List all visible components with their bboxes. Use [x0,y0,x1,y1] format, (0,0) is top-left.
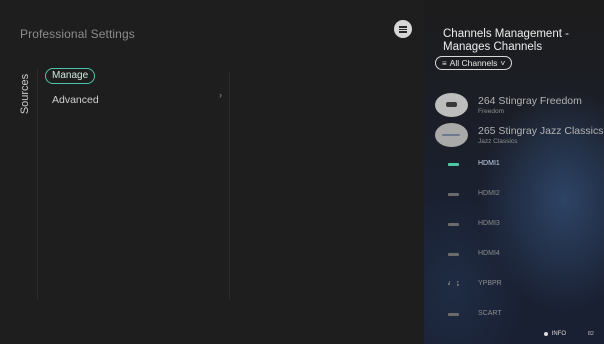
sources-rail-label: Sources [19,73,32,115]
source-label: HDMI4 [478,250,500,257]
source-label: HDMI2 [478,190,500,197]
advanced-item[interactable]: Advanced › [52,90,222,106]
sources-rail[interactable]: Sources [14,68,38,300]
channel-item[interactable]: 265 Stingray Jazz Classics Jazz Classics [424,120,604,150]
component-icon [448,281,459,286]
source-item-hdmi4[interactable]: HDMI4 [424,240,604,270]
source-item-hdmi2[interactable]: HDMI2 [424,180,604,210]
filter-label: All Channels [449,58,498,68]
channels-panel: Channels Management - Manages Channels ≡… [424,0,604,344]
channel-item[interactable]: 264 Stingray Freedom Freedom [424,90,604,120]
hdmi-icon [448,163,459,166]
chevron-right-icon: › [219,90,222,100]
hdmi-icon [448,193,459,196]
channel-subtitle: Freedom [478,108,505,115]
source-item-hdmi3[interactable]: HDMI3 [424,210,604,240]
source-item-scart[interactable]: SCART [424,300,604,330]
column-divider [229,72,230,300]
channel-subtitle: Jazz Classics [478,138,518,145]
channel-logo-icon [435,123,468,147]
advanced-item-label: Advanced [52,94,99,106]
hdmi-icon [448,253,459,256]
chevron-down-icon: ˅ [500,58,506,68]
info-hint[interactable]: INFO [543,331,566,337]
manage-item[interactable]: Manage [45,68,96,84]
settings-panel: Professional Settings Sources Manage Adv… [0,0,424,344]
source-label: HDMI3 [478,220,500,227]
menu-bar [399,31,407,33]
channels-panel-title: Channels Management - Manages Channels [443,28,569,54]
info-label: INFO [551,331,566,337]
menu-icon[interactable] [394,20,412,38]
list-icon: ≡ [442,58,447,68]
source-item-hdmi1[interactable]: HDMI1 [424,150,604,180]
menu-bar [399,26,407,28]
page-title: Professional Settings [20,27,135,41]
channels-title-line1: Channels Management - [443,28,569,40]
scart-icon [448,313,459,316]
all-channels-filter[interactable]: ≡ All Channels ˅ [435,56,513,70]
channel-name: 264 Stingray Freedom [478,95,582,107]
source-label: YPBPR [478,280,502,287]
channel-logo-icon [435,93,468,117]
channel-list: 264 Stingray Freedom Freedom 265 Stingra… [424,90,604,330]
source-item-ypbpr[interactable]: YPBPR [424,270,604,300]
tv-settings-screen: Professional Settings Sources Manage Adv… [0,0,604,344]
hdmi-icon [448,223,459,226]
menu-bar [399,28,407,31]
info-icon [543,332,548,336]
source-label: HDMI1 [478,160,500,167]
channel-name: 265 Stingray Jazz Classics [478,125,604,137]
source-label: SCART [478,310,502,317]
corner-label: 82 [587,331,594,337]
channels-title-line2: Manages Channels [443,41,543,53]
